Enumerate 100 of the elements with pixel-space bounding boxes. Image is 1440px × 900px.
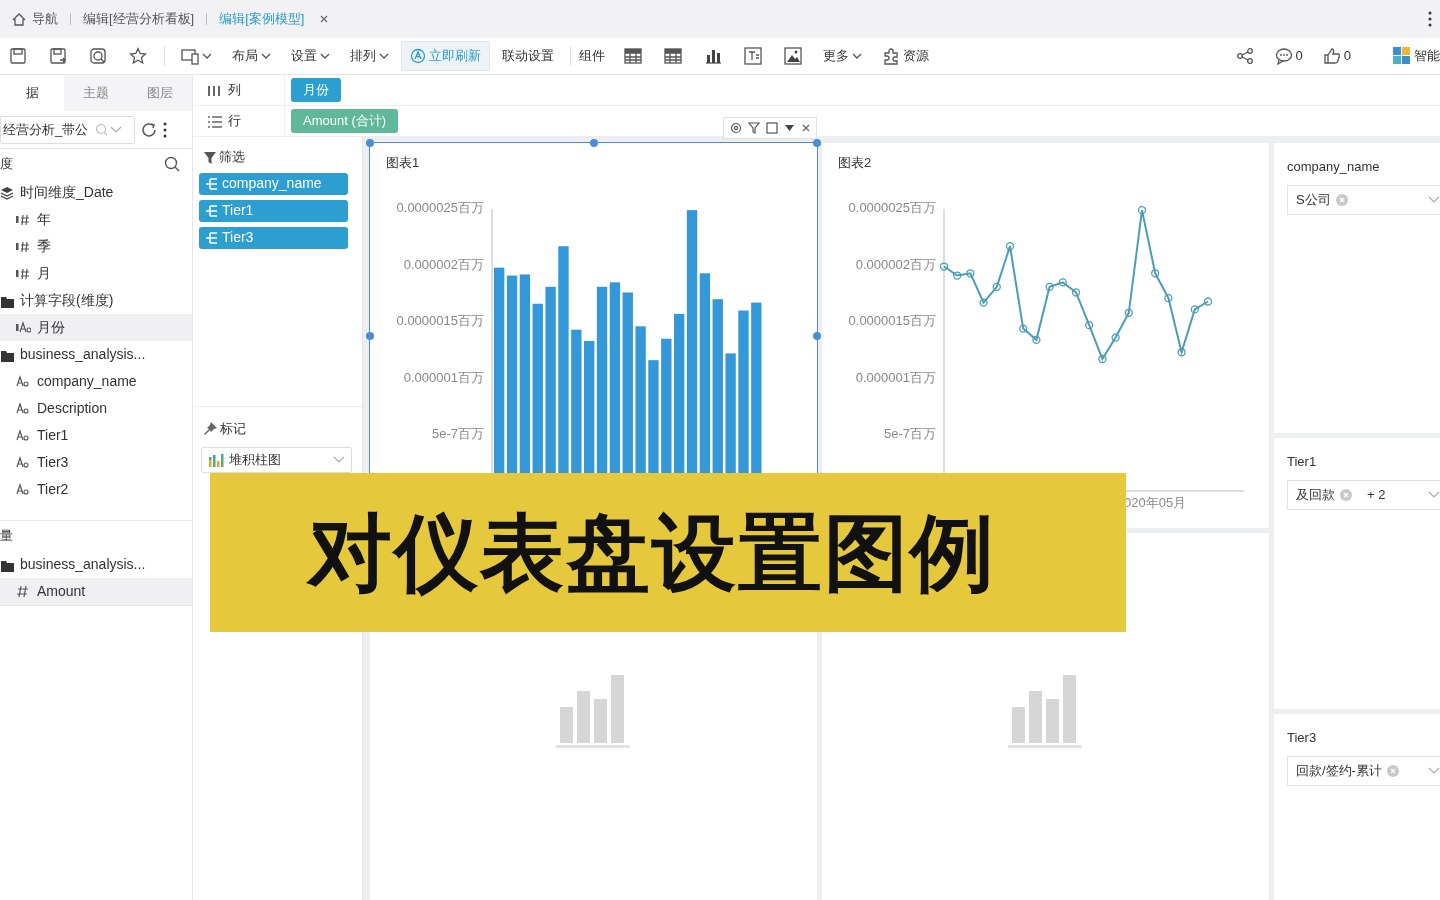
axis-label: 0.000002百万 (855, 256, 936, 272)
square-icon[interactable] (766, 122, 778, 134)
filter-select[interactable]: S公司 (1287, 184, 1440, 215)
resize-handle[interactable] (589, 139, 598, 147)
settings-icon[interactable] (730, 122, 742, 134)
data-point (1098, 354, 1107, 363)
layers-icon (0, 185, 14, 200)
resize-handle[interactable] (366, 139, 374, 147)
caption-banner: 对仪表盘设置图例 (210, 473, 1126, 632)
smart-button[interactable]: 智能 (1385, 42, 1440, 70)
tree-item[interactable]: Description (0, 395, 192, 422)
close-icon[interactable] (802, 124, 810, 132)
filter-title: Tier3 (1287, 729, 1318, 747)
more-button[interactable]: 更多 (815, 42, 870, 70)
tree-item[interactable]: Tier3 (0, 449, 192, 476)
comment-button[interactable]: 0 (1266, 42, 1311, 70)
stacked-bar-icon (208, 451, 224, 468)
dropdown-icon[interactable] (784, 122, 796, 134)
section-title: 度 (0, 155, 13, 174)
tree-item[interactable]: 月份 (0, 314, 192, 341)
puzzle-icon (882, 47, 900, 65)
filter-icon (203, 149, 217, 164)
tree-item[interactable]: Tier2 (0, 476, 192, 503)
resize-handle[interactable] (813, 331, 821, 340)
tree-item[interactable]: company_name (0, 368, 192, 395)
hierarchy-icon (205, 202, 219, 219)
data-point (1085, 320, 1094, 329)
tree-item[interactable]: business_analysis... (0, 341, 192, 368)
caret-icon (852, 52, 862, 60)
panel-tab[interactable]: 据 (0, 75, 64, 111)
axis-label: 5e-7百万 (431, 425, 484, 441)
refresh-icon[interactable] (141, 121, 157, 138)
data-point (1190, 304, 1199, 314)
search-icon[interactable] (164, 156, 180, 172)
section-title: 标记 (220, 420, 246, 438)
link-settings-button[interactable]: 联动设置 (494, 42, 562, 70)
chart-type-select[interactable]: 堆积柱图 (201, 446, 352, 473)
axis-label: 0.0000025百万 (396, 199, 484, 215)
caret-icon (320, 52, 330, 60)
tree-item[interactable]: Amount (0, 578, 192, 605)
data-point (1071, 287, 1081, 297)
caret-icon (202, 52, 212, 60)
table-icon[interactable] (624, 47, 642, 65)
filter-select[interactable]: 及回款 + 2 (1287, 479, 1440, 510)
data-point (1019, 323, 1028, 333)
data-point (1058, 277, 1067, 286)
search-box[interactable]: 经营分析_带公 (0, 115, 135, 144)
section-title: 筛选 (219, 148, 245, 166)
caret-icon (261, 52, 271, 60)
shelf-label: 行 (228, 112, 241, 131)
resources-button[interactable]: 资源 (874, 42, 937, 70)
text-box-icon[interactable] (744, 47, 762, 65)
data-point (1177, 347, 1186, 356)
preview-icon[interactable] (89, 47, 107, 65)
axis-label: 0.000002百万 (403, 256, 484, 272)
hierarchy-icon (205, 229, 219, 246)
filter-title: company_name (1287, 158, 1381, 176)
close-icon[interactable] (320, 15, 329, 23)
tab[interactable]: 导航 (0, 9, 70, 29)
star-icon[interactable] (129, 47, 147, 65)
tab[interactable]: 编辑[经营分析看板] (71, 9, 207, 29)
axis-label: 0.0000025百万 (848, 199, 936, 215)
filter-select[interactable]: 回款/签约-累计 (1287, 755, 1440, 786)
tree-item[interactable]: 计算字段(维度) (0, 287, 192, 314)
chart-title: 图表1 (385, 154, 421, 172)
date-type-icon (16, 266, 31, 281)
tree-item[interactable]: 年 (0, 206, 192, 233)
toolbar-label: 组件 (579, 47, 605, 66)
more-menu-icon[interactable] (1428, 11, 1432, 27)
hierarchy-icon (205, 175, 219, 192)
more-icon[interactable] (163, 121, 167, 138)
tree-item[interactable]: 时间维度_Date (0, 179, 192, 206)
like-button[interactable]: 0 (1314, 42, 1359, 70)
search-icon (95, 123, 108, 136)
selected-value: 回款/签约-累计 (1296, 761, 1382, 780)
image-icon[interactable] (784, 47, 802, 65)
filter-icon[interactable] (748, 122, 760, 134)
share-icon[interactable] (1235, 47, 1254, 65)
tree-item[interactable]: business_analysis... (0, 551, 192, 578)
calculated-type-icon (16, 320, 31, 335)
tree-item[interactable]: 月 (0, 260, 192, 287)
save-as-icon[interactable] (49, 47, 67, 65)
tree-item[interactable]: 季 (0, 233, 192, 260)
cross-table-icon[interactable] (664, 47, 682, 65)
number-type-icon (16, 584, 31, 599)
menu-button[interactable]: 布局 (224, 42, 279, 70)
resize-handle[interactable] (366, 331, 374, 340)
menu-button[interactable]: 排列 (342, 42, 397, 70)
bar-chart-icon[interactable] (704, 47, 722, 65)
tree-item[interactable]: Tier1 (0, 422, 192, 449)
pin-icon (203, 421, 218, 437)
rows-icon (207, 113, 222, 129)
menu-button[interactable]: 设置 (283, 42, 338, 70)
save-icon[interactable] (9, 47, 27, 65)
resize-handle[interactable] (813, 139, 821, 147)
chart-title: 图表2 (837, 154, 873, 172)
data-point (1045, 282, 1054, 291)
date-type-icon (16, 239, 31, 254)
text-type-icon (16, 428, 31, 443)
text-type-icon (16, 401, 31, 416)
